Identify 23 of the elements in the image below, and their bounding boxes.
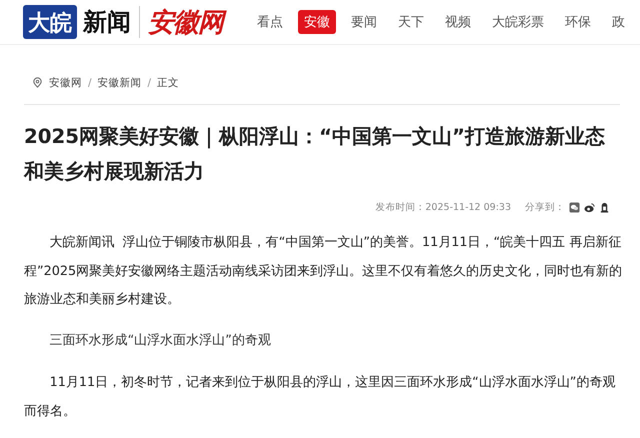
- nav-tab[interactable]: 要闻: [345, 10, 383, 34]
- logo-text: 新闻: [83, 7, 131, 38]
- logo-badge: 大皖: [23, 5, 77, 39]
- breadcrumb-separator: /: [148, 76, 152, 88]
- nav-tab[interactable]: 视频: [439, 10, 477, 34]
- nav-tab[interactable]: 环保: [559, 10, 597, 34]
- section-heading: 三面环水形成“山浮水面水浮山”的奇观: [48, 332, 272, 350]
- nav-tab[interactable]: 大皖彩票: [486, 10, 550, 34]
- nav-tab[interactable]: 政: [606, 10, 631, 34]
- chat-icon[interactable]: [569, 202, 580, 213]
- publish-time: 发布时间：2025-11-12 09:33: [375, 201, 511, 214]
- share-label: 分享到：: [525, 201, 565, 214]
- location-pin-icon: [32, 77, 43, 88]
- breadcrumb-link[interactable]: 安徽新闻: [98, 76, 142, 90]
- article-title: 2025网聚美好安徽｜枞阳浮山：“中国第一文山”打造旅游新业态和美乡村展现新活力: [24, 124, 606, 185]
- nav-tab[interactable]: 天下: [392, 10, 430, 34]
- nav-tab[interactable]: 看点: [251, 10, 289, 34]
- article-paragraph: 11月11日，初冬时节，记者来到位于枞阳县的浮山，这里因三面环水形成“山浮水面水浮山”的奇观而得名。: [24, 374, 616, 420]
- nav-tab[interactable]: 安徽: [298, 10, 336, 34]
- article-paragraph: 大皖新闻讯 浮山位于铜陵市枞阳县，有“中国第一文山”的美誉。11月11日，“皖美十四五 再启新征程”2025网聚美好安徽网络主题活动南线采访团来到浮山。这里不仅有着悠久的历史文化，同时也有新的旅游业态和美丽乡村建设。: [24, 234, 624, 309]
- breadcrumb-separator: /: [88, 76, 92, 88]
- breadcrumb-link[interactable]: 安徽网: [49, 76, 82, 90]
- breadcrumb-link[interactable]: 正文: [157, 76, 180, 90]
